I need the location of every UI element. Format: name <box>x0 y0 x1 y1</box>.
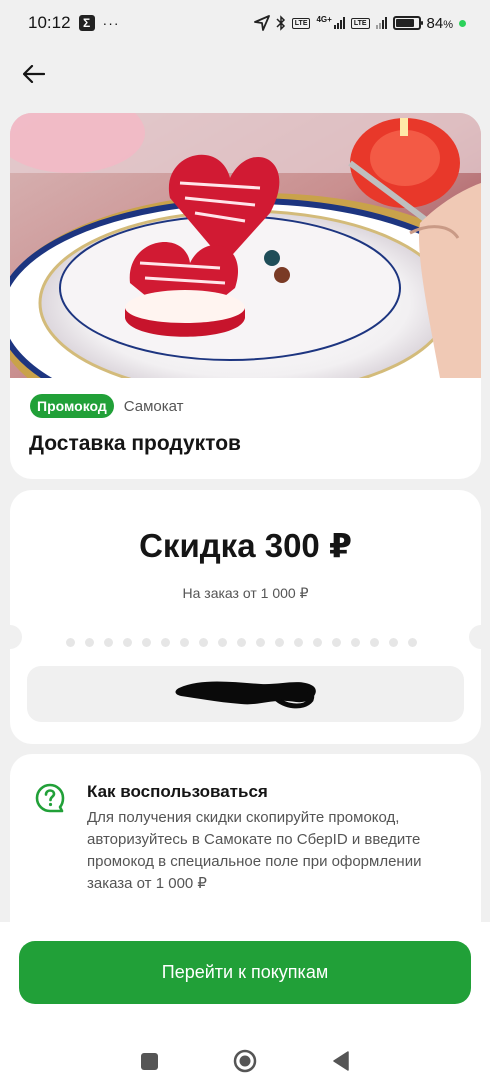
promo-code-field[interactable] <box>27 666 464 722</box>
back-nav-icon[interactable] <box>332 1051 350 1071</box>
signal-icon-2 <box>375 17 387 29</box>
charging-dot-icon <box>459 19 466 27</box>
recent-apps-icon[interactable] <box>140 1052 158 1070</box>
sigma-app-icon: Σ <box>78 15 95 31</box>
battery-percent: 84% <box>426 14 453 32</box>
discount-condition: На заказ от 1 000 ₽ <box>182 585 309 601</box>
status-time: 10:12 <box>28 13 71 32</box>
more-notifications-icon: ··· <box>102 15 120 31</box>
bluetooth-icon <box>276 15 285 31</box>
howto-title: Как воспользоваться <box>87 782 268 801</box>
offer-hero-image <box>10 113 481 378</box>
arrow-left-icon <box>23 65 45 83</box>
howto-description: Для получения скидки скопируйте промокод… <box>87 809 422 892</box>
lte-badge-2: LTE <box>350 17 370 29</box>
status-bar: 10:12 Σ ··· LTE 4G+ LTE 84% <box>0 0 490 46</box>
network-type: 4G+ <box>316 14 332 24</box>
brand-label: Самокат <box>123 397 184 415</box>
back-button[interactable] <box>18 58 50 90</box>
system-nav-bar <box>0 1040 490 1082</box>
lte-badge: LTE <box>291 17 311 29</box>
ticket-notch-left <box>10 625 22 649</box>
redacted-code-scribble <box>175 681 316 709</box>
promo-badge: Промокод <box>30 394 114 418</box>
battery-icon <box>392 16 423 30</box>
ticket-perforation <box>66 638 417 647</box>
signal-icon <box>333 17 345 29</box>
discount-card: Скидка 300 ₽ На заказ от 1 000 ₽ <box>10 490 481 744</box>
go-shopping-button[interactable]: Перейти к покупкам <box>19 941 471 1004</box>
discount-amount: Скидка 300 ₽ <box>139 527 352 564</box>
offer-title: Доставка продуктов <box>29 432 241 455</box>
ticket-notch-right <box>469 625 481 649</box>
location-arrow-icon <box>253 15 270 31</box>
question-bubble-icon <box>35 783 65 813</box>
offer-card: Промокод Самокат Доставка продуктов <box>10 113 481 479</box>
home-icon[interactable] <box>233 1049 257 1073</box>
